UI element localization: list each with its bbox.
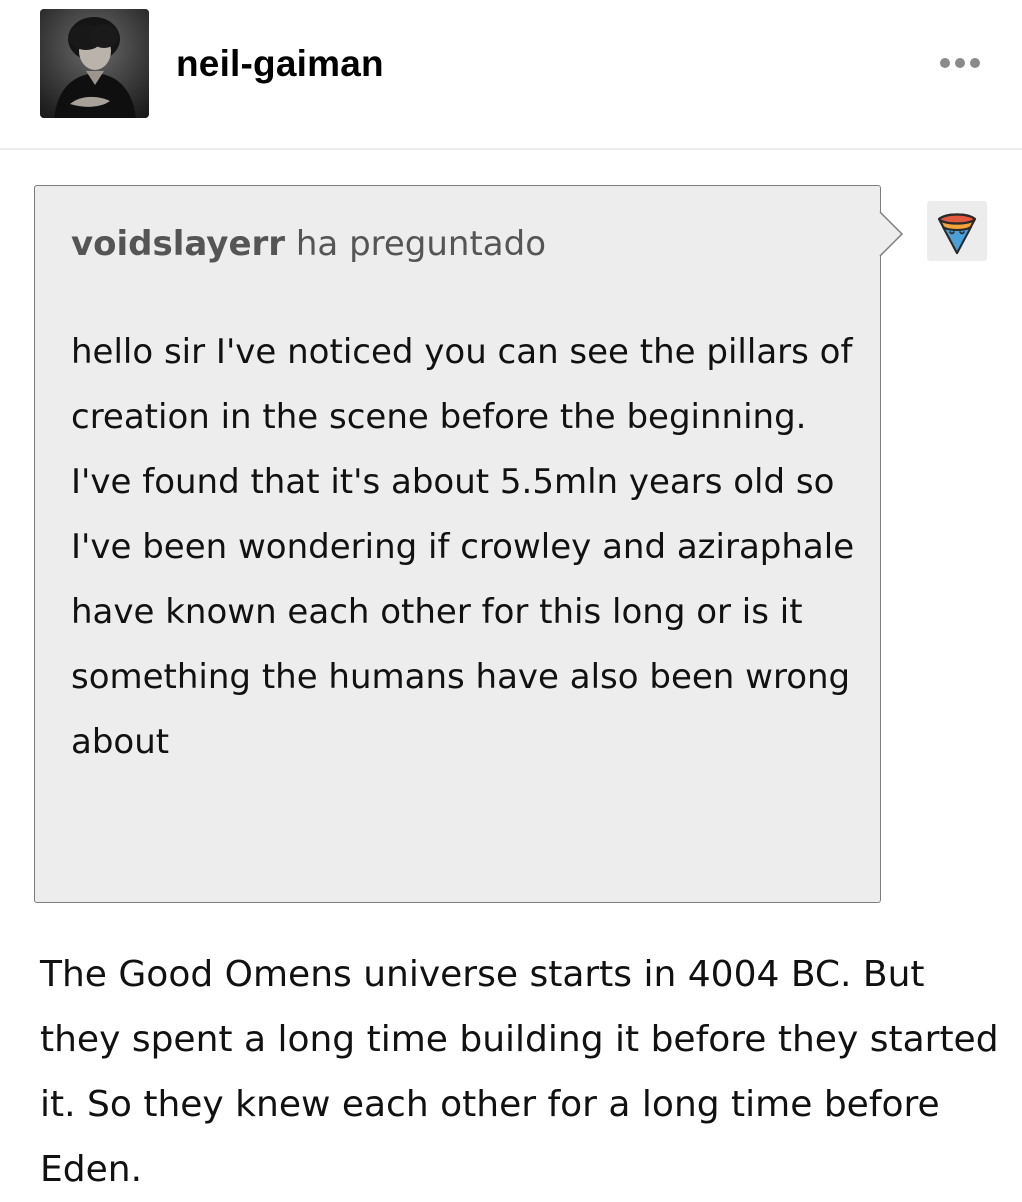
header-divider [0, 148, 1022, 150]
pizza-slice-avatar-icon [937, 213, 977, 255]
more-options-icon[interactable] [930, 48, 990, 78]
answer-text: The Good Omens universe starts in 4004 B… [40, 954, 999, 1190]
blog-avatar-photo [40, 9, 149, 118]
asker-name-link[interactable]: voidslayerr [71, 224, 285, 264]
ask-bubble: voidslayerr ha preguntado hello sir I've… [34, 185, 881, 903]
ask-bubble-pointer [878, 211, 904, 257]
blog-avatar[interactable] [40, 9, 149, 118]
question-text: hello sir I've noticed you can see the p… [71, 332, 855, 762]
ask-header: voidslayerr ha preguntado [71, 222, 546, 266]
more-dot [970, 58, 980, 68]
more-dot [955, 58, 965, 68]
asker-avatar[interactable] [927, 201, 987, 261]
post-header: neil-gaiman [0, 0, 1022, 148]
blog-name-link[interactable]: neil-gaiman [176, 38, 384, 90]
more-dot [940, 58, 950, 68]
asked-label: ha preguntado [295, 224, 547, 264]
